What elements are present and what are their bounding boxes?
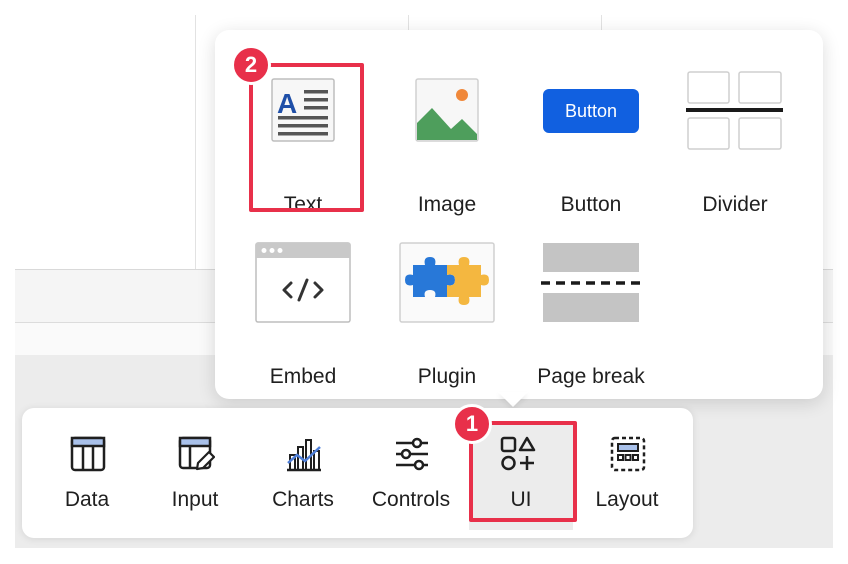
element-label: Image	[417, 193, 477, 216]
chart-icon	[287, 439, 321, 472]
element-plugin[interactable]: Plugin	[375, 235, 519, 395]
grid-line	[195, 15, 196, 269]
puzzle-icon	[399, 242, 495, 323]
step-badge-1: 1	[452, 404, 492, 444]
popover-arrow	[498, 392, 528, 407]
sliders-icon	[396, 437, 428, 471]
toolbar-label: Input	[171, 488, 219, 511]
toolbar-charts[interactable]: Charts	[249, 408, 357, 538]
element-embed[interactable]: Embed	[231, 235, 375, 395]
element-divider[interactable]: Divider	[663, 63, 807, 223]
toolbar-label: Data	[64, 488, 110, 511]
button-icon: Button	[519, 63, 663, 173]
toolbar-input[interactable]: Input	[141, 408, 249, 538]
divider-icon	[686, 71, 783, 150]
highlight-text-element	[249, 63, 364, 212]
image-icon	[415, 78, 479, 142]
element-toolbar: Data Input Charts Controls UI Layout	[22, 408, 693, 538]
input-table-icon	[178, 436, 215, 471]
element-label: Embed	[269, 365, 337, 388]
toolbar-label: Charts	[272, 488, 334, 511]
layout-icon	[610, 436, 646, 472]
element-button[interactable]: Button Button	[519, 63, 663, 223]
element-label: Button	[560, 193, 622, 216]
element-image[interactable]: Image	[375, 63, 519, 223]
element-page-break[interactable]: Page break	[519, 235, 663, 395]
page-break-icon	[541, 243, 641, 322]
toolbar-label: Layout	[595, 488, 659, 511]
element-label: Divider	[702, 193, 768, 216]
toolbar-data[interactable]: Data	[33, 408, 141, 538]
element-label: Page break	[537, 365, 645, 388]
button-preview: Button	[543, 89, 639, 133]
toolbar-label: Controls	[371, 488, 451, 511]
element-label: Plugin	[417, 365, 477, 388]
step-badge-2: 2	[231, 45, 271, 85]
table-icon	[70, 436, 106, 472]
toolbar-layout[interactable]: Layout	[573, 408, 681, 538]
embed-icon	[255, 242, 351, 323]
toolbar-controls[interactable]: Controls	[357, 408, 465, 538]
